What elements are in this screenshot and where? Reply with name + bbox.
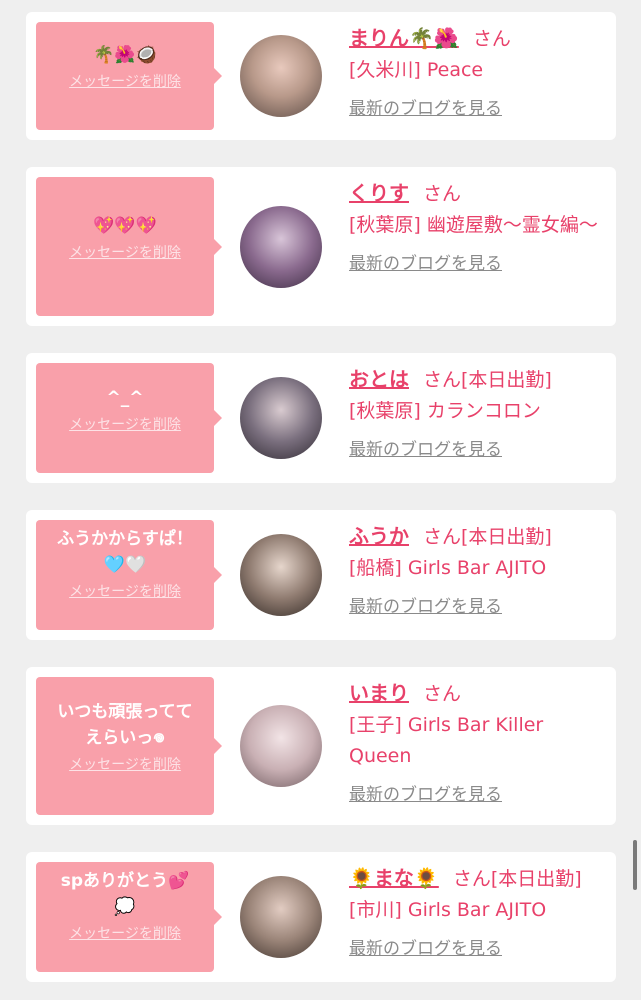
latest-blog-link[interactable]: 最新のブログを見る	[349, 435, 502, 460]
message-bubble: 💖💖💖 メッセージを削除	[36, 177, 222, 316]
honorific: さん	[423, 526, 462, 548]
avatar[interactable]	[240, 876, 322, 958]
avatar[interactable]	[240, 206, 322, 288]
honorific: さん	[452, 868, 491, 890]
message-text: spありがとう💕 💭	[60, 871, 190, 917]
latest-blog-link[interactable]: 最新のブログを見る	[349, 94, 502, 119]
shop-name: [久米川] Peace	[349, 59, 484, 81]
delete-message-link[interactable]: メッセージを削除	[42, 924, 208, 944]
message-bubble: ^_^ メッセージを削除	[36, 363, 222, 473]
member-name-link[interactable]: くりす	[349, 181, 409, 205]
status-label: [本日出勤]	[461, 369, 552, 391]
message-bubble: ふうかからすぱ！ 🩵🤍 メッセージを削除	[36, 520, 222, 630]
shop-name: [船橋] Girls Bar AJITO	[349, 557, 547, 579]
delete-message-link[interactable]: メッセージを削除	[42, 415, 208, 435]
latest-blog-link[interactable]: 最新のブログを見る	[349, 934, 502, 959]
avatar[interactable]	[240, 534, 322, 616]
shop-name: [秋葉原] 幽遊屋敷〜霊女編〜	[349, 214, 598, 236]
latest-blog-link[interactable]: 最新のブログを見る	[349, 780, 502, 805]
honorific: さん	[423, 683, 462, 705]
latest-blog-link[interactable]: 最新のブログを見る	[349, 249, 502, 274]
member-card: いつも頑張ってて えらいっ𖦹 メッセージを削除 いまり さん [王子] Girls…	[26, 667, 616, 825]
member-card: 💖💖💖 メッセージを削除 くりす さん [秋葉原] 幽遊屋敷〜霊女編〜 最新のブロ…	[26, 167, 616, 326]
message-text: いつも頑張ってて えらいっ𖦹	[57, 702, 193, 748]
message-text: 🌴🌺🥥	[93, 45, 157, 65]
delete-message-link[interactable]: メッセージを削除	[42, 72, 208, 92]
member-card: ふうかからすぱ！ 🩵🤍 メッセージを削除 ふうか さん[本日出勤] [船橋] Gi…	[26, 510, 616, 640]
message-bubble: spありがとう💕 💭 メッセージを削除	[36, 862, 222, 972]
scrollbar[interactable]	[633, 840, 637, 890]
avatar[interactable]	[240, 377, 322, 459]
member-name-link[interactable]: おとは	[349, 367, 409, 391]
delete-message-link[interactable]: メッセージを削除	[42, 755, 208, 775]
message-bubble: 🌴🌺🥥 メッセージを削除	[36, 22, 222, 130]
delete-message-link[interactable]: メッセージを削除	[42, 582, 208, 602]
honorific: さん	[423, 183, 462, 205]
member-name-link[interactable]: ふうか	[349, 524, 409, 548]
member-card: ^_^ メッセージを削除 おとは さん[本日出勤] [秋葉原] カランコロン 最新…	[26, 353, 616, 483]
message-text: ふうかからすぱ！ 🩵🤍	[57, 529, 193, 575]
shop-name: [秋葉原] カランコロン	[349, 400, 541, 422]
delete-message-link[interactable]: メッセージを削除	[42, 243, 208, 263]
status-label: [本日出勤]	[461, 526, 552, 548]
message-text: ^_^	[106, 388, 144, 408]
message-text: 💖💖💖	[93, 216, 157, 236]
honorific: さん	[423, 369, 462, 391]
shop-name: [市川] Girls Bar AJITO	[349, 899, 547, 921]
avatar[interactable]	[240, 35, 322, 117]
status-label: [本日出勤]	[490, 868, 582, 890]
member-card: 🌴🌺🥥 メッセージを削除 まりん🌴🌺 さん [久米川] Peace 最新のブログを…	[26, 12, 616, 140]
member-card: spありがとう💕 💭 メッセージを削除 🌻まな🌻 さん[本日出勤] [市川] Gi…	[26, 852, 616, 982]
message-bubble: いつも頑張ってて えらいっ𖦹 メッセージを削除	[36, 677, 222, 815]
shop-name: [王子] Girls Bar Killer Queen	[349, 714, 544, 767]
honorific: さん	[472, 28, 511, 50]
avatar[interactable]	[240, 705, 322, 787]
member-name-link[interactable]: いまり	[349, 681, 409, 705]
member-name-link[interactable]: 🌻まな🌻	[349, 866, 439, 890]
latest-blog-link[interactable]: 最新のブログを見る	[349, 592, 502, 617]
member-name-link[interactable]: まりん🌴🌺	[349, 26, 459, 50]
